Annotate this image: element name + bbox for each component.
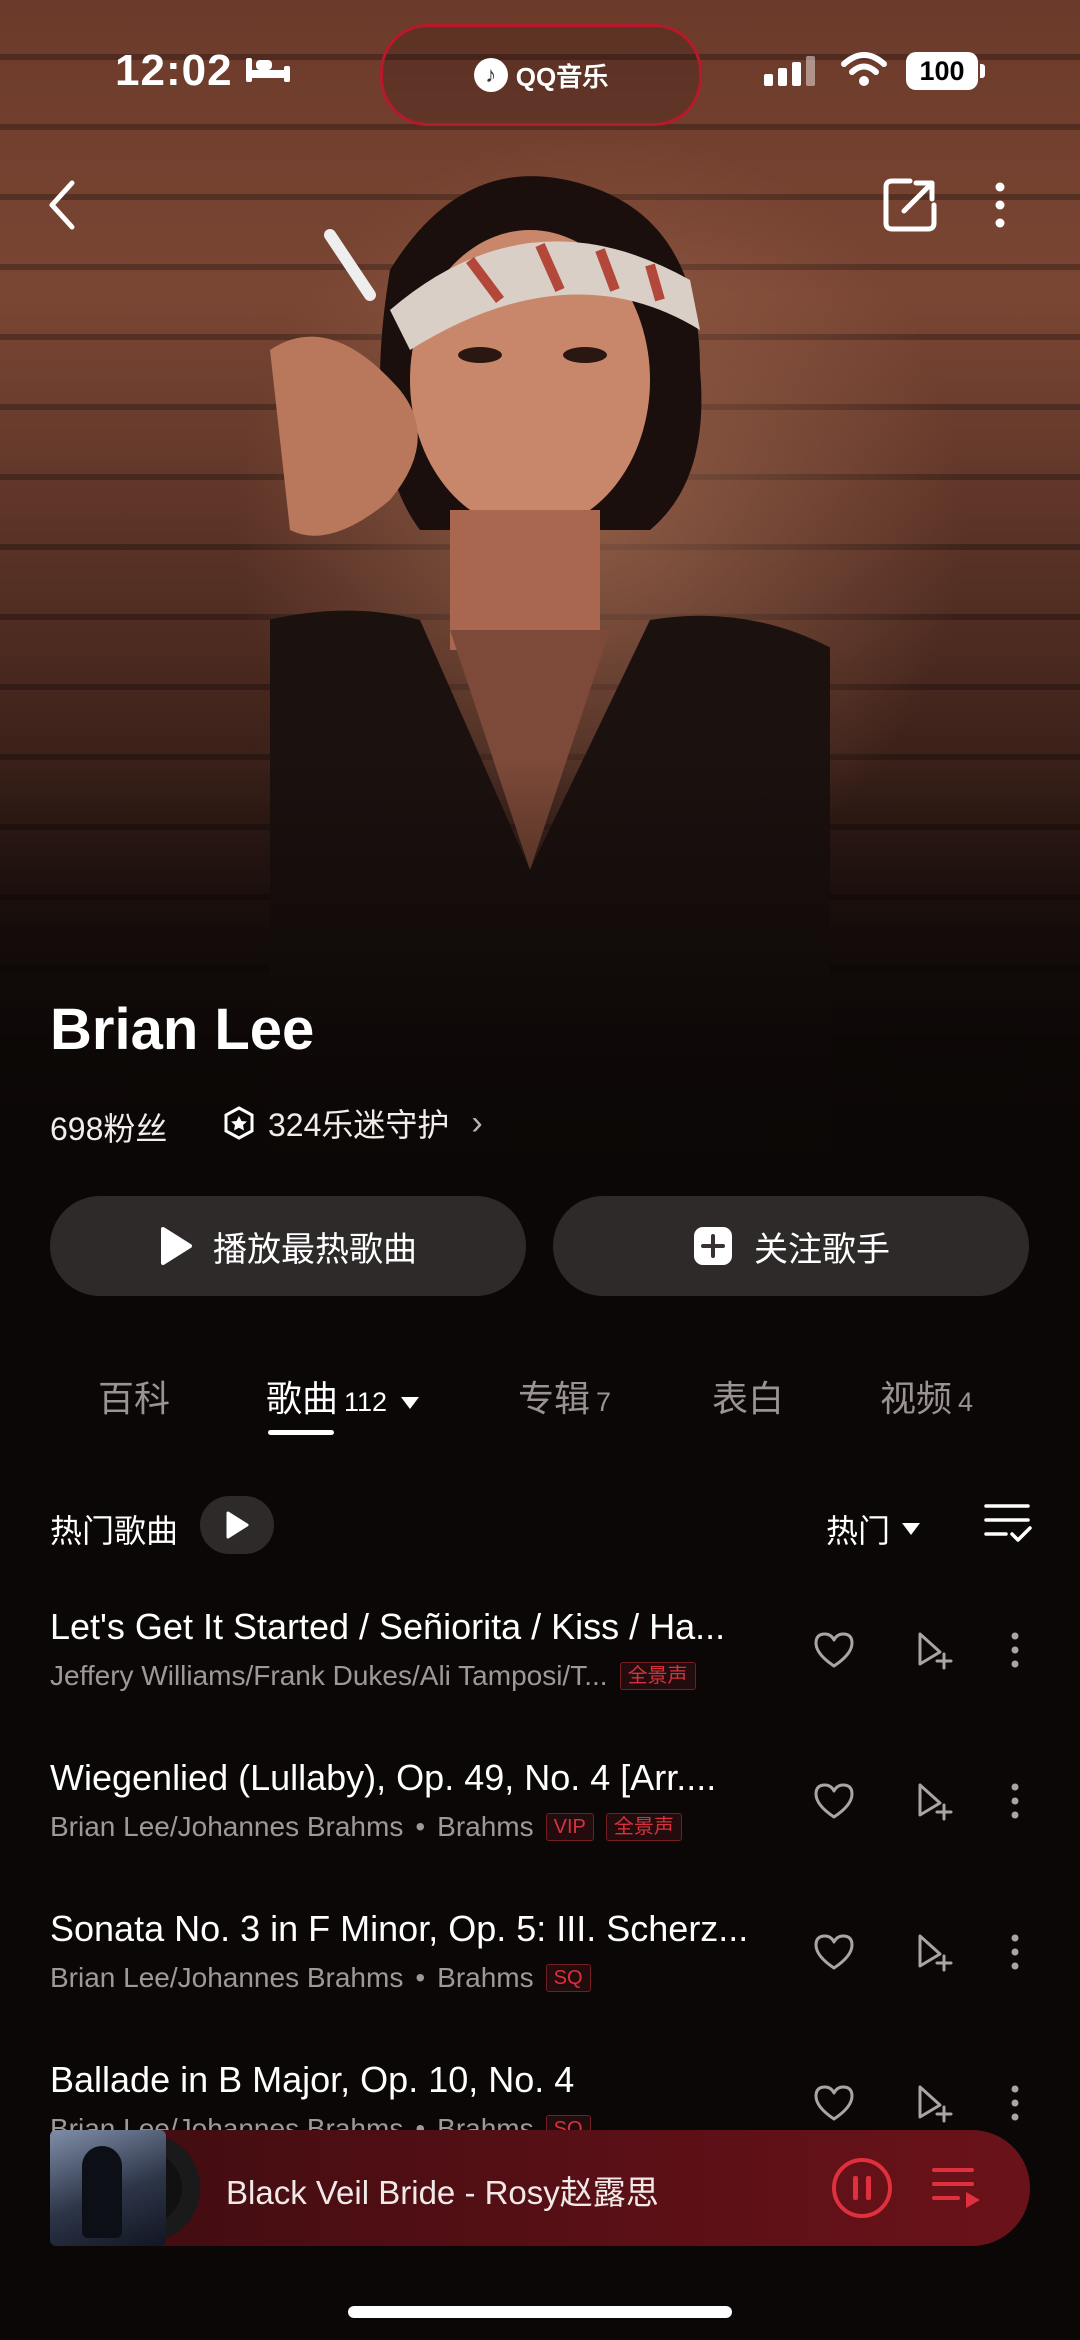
- heart-icon[interactable]: [812, 1630, 856, 1670]
- caret-down-icon: [902, 1523, 921, 1535]
- active-tab-indicator: [268, 1430, 334, 1435]
- chevron-right-icon: ›: [471, 1103, 483, 1142]
- song-more-icon[interactable]: [1005, 2081, 1025, 2125]
- bed-icon: [246, 58, 290, 82]
- song-meta: Brian Lee/Johannes Brahms • Brahms SQ: [50, 1962, 790, 1994]
- song-row[interactable]: Sonata No. 3 in F Minor, Op. 5: III. Sch…: [0, 1908, 1080, 2058]
- song-artist: Brian Lee/Johannes Brahms: [50, 1811, 404, 1842]
- play-icon: [226, 1511, 249, 1539]
- wifi-icon: [841, 52, 887, 86]
- tag-vip: VIP: [545, 1813, 594, 1841]
- tab-label: 百科: [98, 1378, 171, 1419]
- song-title: Wiegenlied (Lullaby), Op. 49, No. 4 [Arr…: [50, 1757, 717, 1798]
- sort-dropdown[interactable]: 热门: [826, 1506, 922, 1552]
- status-bar: 12:02 ♪ QQ音乐 100: [0, 0, 1080, 140]
- hot-songs-title: 热门歌曲: [50, 1513, 179, 1549]
- tab-count: 7: [596, 1387, 612, 1417]
- song-row[interactable]: Let's Get It Started / Señiorita / Kiss …: [0, 1606, 1080, 1756]
- song-meta: Jeffery Williams/Frank Dukes/Ali Tamposi…: [50, 1660, 790, 1692]
- fan-guard-link[interactable]: 324乐迷守护 ›: [222, 1100, 483, 1146]
- add-to-playlist-icon[interactable]: [912, 2081, 956, 2125]
- signal-icon: [764, 56, 815, 86]
- pause-icon[interactable]: [830, 2156, 894, 2220]
- play-hot-songs-label: 播放最热歌曲: [213, 1230, 417, 1269]
- song-album: Brahms: [437, 1962, 534, 1993]
- now-playing-cover[interactable]: [50, 2130, 200, 2246]
- tab-label: 歌曲: [266, 1378, 339, 1419]
- cover-figure: [82, 2146, 122, 2238]
- artist-tabs: 百科 歌曲 112 专辑 7 表白 视频 4: [0, 1370, 1080, 1440]
- song-title: Sonata No. 3 in F Minor, Op. 5: III. Sch…: [50, 1908, 749, 1949]
- tab-label: 视频: [880, 1378, 953, 1419]
- separator-dot: •: [415, 1962, 426, 1993]
- song-more-icon[interactable]: [1005, 1779, 1025, 1823]
- guard-badge-icon: [224, 1106, 254, 1140]
- batch-manage-icon[interactable]: [984, 1500, 1032, 1546]
- heart-icon[interactable]: [812, 1932, 856, 1972]
- heart-icon[interactable]: [812, 1781, 856, 1821]
- playlist-queue-icon[interactable]: [930, 2164, 986, 2212]
- tab-count: 4: [958, 1387, 974, 1417]
- status-time: 12:02: [115, 46, 233, 95]
- qq-music-logo-icon: ♪: [473, 58, 508, 92]
- heart-icon[interactable]: [812, 2083, 856, 2123]
- tab-songs[interactable]: 歌曲 112: [266, 1370, 421, 1422]
- song-title: Ballade in B Major, Op. 10, No. 4: [50, 2059, 575, 2100]
- share-icon[interactable]: [880, 175, 940, 235]
- artist-portrait: [270, 176, 830, 1180]
- add-to-playlist-icon[interactable]: [912, 1779, 956, 1823]
- tab-label: 表白: [712, 1378, 785, 1419]
- app-indicator-label: QQ音乐: [515, 61, 609, 92]
- song-more-icon[interactable]: [1005, 1930, 1025, 1974]
- follow-artist-button[interactable]: 关注歌手: [553, 1196, 1029, 1296]
- sort-label: 热门: [826, 1513, 891, 1549]
- album-art: [50, 2130, 166, 2246]
- battery-icon: 100: [906, 52, 985, 90]
- song-album: Brahms: [437, 1811, 534, 1842]
- now-playing-title: Black Veil Bride - Rosy赵露思: [226, 2174, 659, 2211]
- tab-confession[interactable]: 表白: [712, 1370, 784, 1422]
- song-title: Let's Get It Started / Señiorita / Kiss …: [50, 1606, 726, 1647]
- tag-sq: SQ: [545, 1964, 591, 1992]
- tab-baike[interactable]: 百科: [98, 1370, 170, 1422]
- song-artist: Jeffery Williams/Frank Dukes/Ali Tamposi…: [50, 1660, 608, 1691]
- mini-player[interactable]: Black Veil Bride - Rosy赵露思: [50, 2130, 1030, 2246]
- app-indicator-pill[interactable]: ♪ QQ音乐: [380, 24, 702, 126]
- add-to-playlist-icon[interactable]: [912, 1930, 956, 1974]
- tab-label: 专辑: [518, 1378, 591, 1419]
- tab-videos[interactable]: 视频 4: [880, 1370, 973, 1422]
- guard-count: 324乐迷守护: [268, 1107, 450, 1143]
- tag-spatial-audio: 全景声: [619, 1662, 696, 1690]
- song-row[interactable]: Wiegenlied (Lullaby), Op. 49, No. 4 [Arr…: [0, 1757, 1080, 1907]
- add-to-playlist-icon[interactable]: [912, 1628, 956, 1672]
- artist-name: Brian Lee: [50, 997, 315, 1062]
- tag-spatial-audio: 全景声: [605, 1813, 682, 1841]
- back-icon[interactable]: [40, 175, 90, 235]
- home-indicator[interactable]: [348, 2306, 732, 2318]
- song-meta: Brian Lee/Johannes Brahms • Brahms VIP 全…: [50, 1811, 790, 1843]
- more-icon[interactable]: [985, 175, 1015, 235]
- plus-square-icon: [694, 1227, 732, 1265]
- separator-dot: •: [415, 1811, 426, 1842]
- fans-count[interactable]: 698粉丝: [50, 1104, 167, 1150]
- play-hot-songs-button[interactable]: 播放最热歌曲: [50, 1196, 526, 1296]
- song-more-icon[interactable]: [1005, 1628, 1025, 1672]
- play-all-button[interactable]: [200, 1496, 274, 1554]
- tab-albums[interactable]: 专辑 7: [518, 1370, 611, 1422]
- song-artist: Brian Lee/Johannes Brahms: [50, 1962, 404, 1993]
- tab-count: 112: [344, 1387, 388, 1417]
- play-icon: [161, 1227, 192, 1265]
- follow-artist-label: 关注歌手: [754, 1230, 890, 1269]
- caret-down-icon: [401, 1397, 420, 1409]
